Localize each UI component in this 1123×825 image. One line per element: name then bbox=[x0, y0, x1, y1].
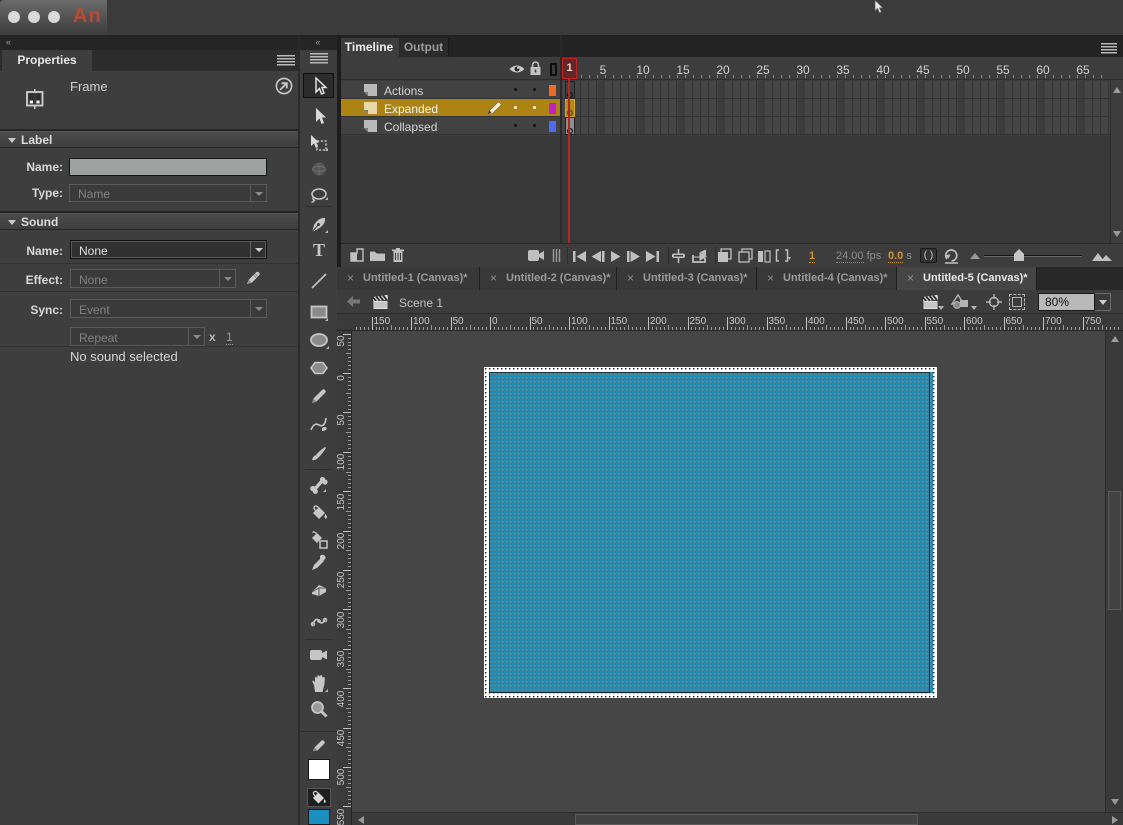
svg-text:T: T bbox=[313, 240, 325, 260]
